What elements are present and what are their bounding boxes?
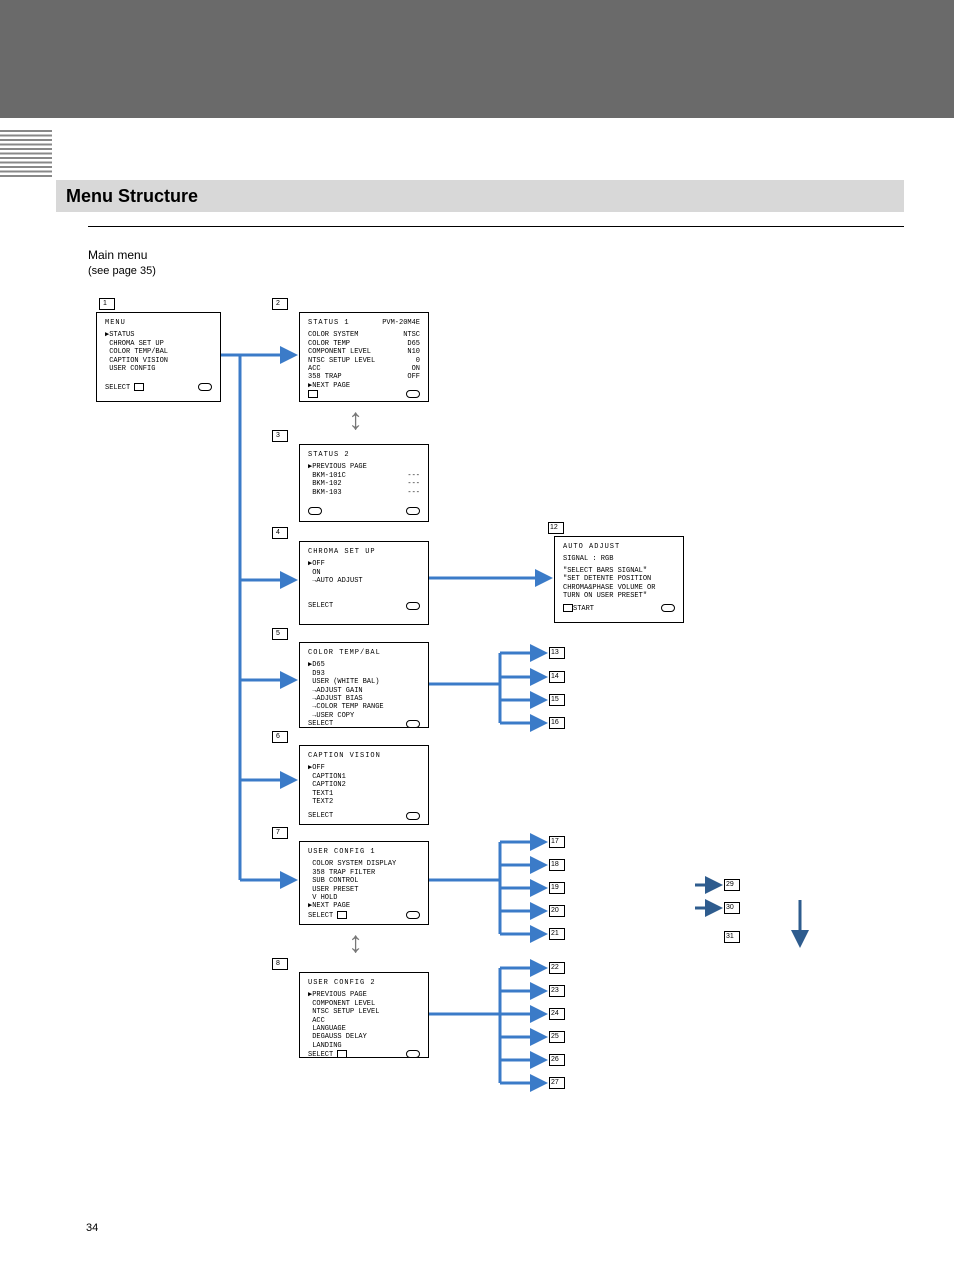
panel-footer: SELECT [308,602,420,610]
table-row: COMPONENT LEVELN10 [308,348,420,356]
main-menu-panel: MENU ▶STATUS CHROMA SET UP COLOR TEMP/BA… [96,312,221,402]
table-row: ACCON [308,365,420,373]
list-item: COLOR SYSTEM DISPLAY [308,860,420,868]
table-row: 358 TRAPOFF [308,373,420,381]
list-item: →AUTO ADJUST [308,577,420,585]
table-row: BKM-101C--- [308,472,420,480]
text-line: TURN ON USER PRESET" [563,592,675,600]
list-item: TEXT2 [308,798,420,806]
list-item: ▶PREVIOUS PAGE [308,463,420,471]
status1-panel: STATUS 1PVM-20M4E COLOR SYSTEMNTSC COLOR… [299,312,429,402]
list-item: ▶OFF [308,764,420,772]
list-item: NTSC SETUP LEVEL [308,1008,420,1016]
panel-footer: SELECT [308,812,420,820]
list-item: USER (WHITE BAL) [308,678,420,686]
table-row: NTSC SETUP LEVEL0 [308,357,420,365]
list-item: →ADJUST BIAS [308,695,420,703]
table-row: BKM-103--- [308,489,420,497]
list-item: ON [308,569,420,577]
ref-label-8 [272,958,288,970]
list-item: →COLOR TEMP RANGE [308,703,420,711]
list-item: TEXT1 [308,790,420,798]
chroma-panel: CHROMA SET UP ▶OFF ON →AUTO ADJUST SELEC… [299,541,429,625]
list-item: →USER COPY [308,712,420,720]
table-row: BKM-102--- [308,480,420,488]
ref-label-1 [99,298,115,310]
page-number: 34 [86,1222,98,1234]
list-item: ACC [308,1017,420,1025]
chapter-title: Using the Menus [60,138,236,164]
chapter-hatch [0,130,52,177]
list-item: CAPTION VISION [105,357,212,365]
list-item: USER CONFIG [105,365,212,373]
panel-footer: ▶NEXT PAGE [308,382,420,390]
list-item: LANDING [308,1042,420,1050]
list-item: →ADJUST GAIN [308,687,420,695]
list-item: ▶OFF [308,560,420,568]
caption-panel: CAPTION VISION ▶OFF CAPTION1 CAPTION2 TE… [299,745,429,825]
panel-footer: SELECT [308,1050,420,1059]
divider [88,226,904,227]
list-item: ▶D65 [308,661,420,669]
list-item: COMPONENT LEVEL [308,1000,420,1008]
list-item: 358 TRAP FILTER [308,869,420,877]
list-item: USER PRESET [308,886,420,894]
updown-arrow-icon: ↕ [348,403,363,437]
text-line: "SET DETENTE POSITION [563,575,675,583]
text-line: CHROMA&PHASE VOLUME OR [563,584,675,592]
list-item: ▶PREVIOUS PAGE [308,991,420,999]
ref-label-3 [272,430,288,442]
panel-footer: SELECT [308,720,420,728]
list-item: ▶NEXT PAGE [308,902,420,910]
status2-panel: STATUS 2 ▶PREVIOUS PAGE BKM-101C--- BKM-… [299,444,429,522]
panel-footer: SELECT [105,383,212,392]
list-item: V HOLD [308,894,420,902]
ref-label-5 [272,628,288,640]
userconfig1-panel: USER CONFIG 1 COLOR SYSTEM DISPLAY 358 T… [299,841,429,925]
signal-row: SIGNAL : RGB [563,555,675,563]
list-item: DEGAUSS DELAY [308,1033,420,1041]
ref-label-7 [272,827,288,839]
list-item: SUB CONTROL [308,877,420,885]
list-item: CHROMA SET UP [105,340,212,348]
subheading-1: Main menu [88,248,147,262]
list-item: D93 [308,670,420,678]
ref-label-2 [272,298,288,310]
auto-adjust-panel: AUTO ADJUST SIGNAL : RGB "SELECT BARS SI… [554,536,684,623]
list-item: CAPTION1 [308,773,420,781]
subheading-2: (see page 35) [88,265,156,277]
header-background [0,0,954,118]
panel-footer: SELECT [308,911,420,920]
list-item: ▶STATUS [105,331,212,339]
text-line: "SELECT BARS SIGNAL" [563,567,675,575]
ref-label-4 [272,527,288,539]
list-item: LANGUAGE [308,1025,420,1033]
userconfig2-panel: USER CONFIG 2 ▶PREVIOUS PAGE COMPONENT L… [299,972,429,1058]
panel-footer: START [563,604,675,613]
updown-arrow-icon: ↕ [348,926,363,960]
section-title: Menu Structure [56,180,904,212]
list-item: COLOR TEMP/BAL [105,348,212,356]
colortemp-panel: COLOR TEMP/BAL ▶D65 D93 USER (WHITE BAL)… [299,642,429,728]
main-menu-title: MENU [105,319,212,327]
table-row: COLOR SYSTEMNTSC [308,331,420,339]
list-item: CAPTION2 [308,781,420,789]
ref-label-6 [272,731,288,743]
table-row: COLOR TEMPD65 [308,340,420,348]
